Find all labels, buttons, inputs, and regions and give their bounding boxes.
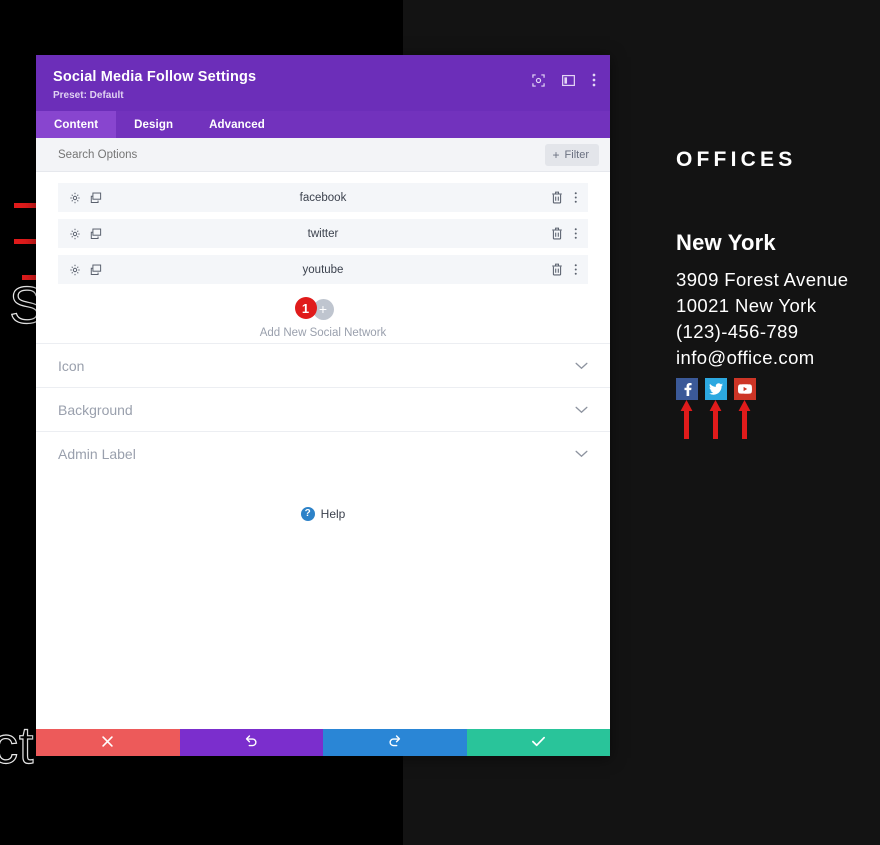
- more-vertical-icon[interactable]: [574, 263, 578, 276]
- offices-column: OFFICES New York 3909 Forest Avenue 1002…: [676, 148, 876, 400]
- social-network-name: youtube: [302, 263, 344, 276]
- modal-body: facebook twitter youtube + 1 Add New Soc…: [36, 172, 610, 729]
- social-network-name: twitter: [307, 227, 339, 240]
- cancel-button[interactable]: [36, 729, 180, 756]
- undo-icon: [245, 734, 258, 752]
- redo-icon: [388, 734, 401, 752]
- address-line: 3909 Forest Avenue: [676, 269, 849, 290]
- annotation-badge-1: 1: [294, 297, 317, 319]
- facebook-follow-button[interactable]: [676, 378, 698, 400]
- filter-button-label: Filter: [564, 148, 589, 161]
- help-label: Help: [320, 507, 346, 521]
- duplicate-icon[interactable]: [90, 192, 102, 204]
- trash-icon[interactable]: [551, 227, 563, 240]
- help-link[interactable]: ? Help: [36, 507, 610, 521]
- more-vertical-icon[interactable]: [592, 73, 596, 87]
- youtube-follow-button[interactable]: [734, 378, 756, 400]
- chevron-down-icon: [575, 406, 588, 414]
- chevron-down-icon: [575, 362, 588, 370]
- row-left-controls: [69, 192, 102, 204]
- section-label: Icon: [58, 357, 85, 374]
- office-city-name: New York: [676, 230, 776, 255]
- twitter-follow-button[interactable]: [705, 378, 727, 400]
- search-options-bar: + Filter: [36, 138, 610, 172]
- save-button[interactable]: [466, 729, 610, 756]
- facebook-icon: [682, 382, 693, 396]
- row-right-controls: [551, 227, 578, 240]
- phone-number: (123)-456-789: [676, 321, 799, 342]
- tab-content[interactable]: Content: [36, 111, 117, 138]
- youtube-icon: [738, 384, 752, 394]
- filter-button[interactable]: + Filter: [544, 143, 599, 166]
- trash-icon[interactable]: [551, 191, 563, 204]
- gear-icon[interactable]: [69, 264, 81, 276]
- more-vertical-icon[interactable]: [574, 227, 578, 240]
- search-input[interactable]: [58, 148, 545, 161]
- row-left-controls: [69, 264, 102, 276]
- social-network-name: facebook: [299, 191, 347, 204]
- section-admin-label[interactable]: Admin Label: [36, 431, 610, 475]
- add-new-social-network-label: Add New Social Network: [259, 327, 387, 339]
- modal-title: Social Media Follow Settings: [53, 69, 257, 85]
- add-new-social-network[interactable]: + 1 Add New Social Network: [58, 297, 588, 343]
- tab-advanced[interactable]: Advanced: [191, 111, 283, 138]
- settings-modal: Social Media Follow Settings Preset: Def…: [36, 55, 610, 756]
- tab-design[interactable]: Design: [116, 111, 191, 138]
- close-icon: [102, 734, 113, 752]
- more-vertical-icon[interactable]: [574, 191, 578, 204]
- checkmark-icon: [531, 734, 545, 752]
- social-follow-row: [676, 378, 876, 400]
- annotation-up-arrows: [676, 398, 766, 440]
- social-network-row-facebook[interactable]: facebook: [58, 183, 588, 212]
- gear-icon[interactable]: [69, 192, 81, 204]
- row-right-controls: [551, 191, 578, 204]
- trash-icon[interactable]: [551, 263, 563, 276]
- chevron-down-icon: [575, 450, 588, 458]
- focus-icon[interactable]: [532, 73, 545, 87]
- social-network-row-twitter[interactable]: twitter: [58, 219, 588, 248]
- add-button-row: + 1: [294, 297, 334, 320]
- modal-header: Social Media Follow Settings Preset: Def…: [36, 55, 610, 111]
- plus-icon: +: [552, 147, 560, 162]
- background-outline-text-2: ct: [0, 716, 35, 775]
- duplicate-icon[interactable]: [90, 228, 102, 240]
- gear-icon[interactable]: [69, 228, 81, 240]
- section-background[interactable]: Background: [36, 387, 610, 431]
- section-icon[interactable]: Icon: [36, 343, 610, 387]
- screenshot-root: e S ct OFFICES New York 3909 Forest Aven…: [0, 0, 880, 845]
- email-address: info@office.com: [676, 347, 815, 368]
- section-label: Background: [58, 401, 133, 418]
- section-label: Admin Label: [58, 445, 136, 462]
- modal-tabbar: Content Design Advanced: [36, 111, 610, 138]
- office-address-block: 3909 Forest Avenue 10021 New York (123)-…: [676, 267, 876, 371]
- help-circle-icon: ?: [300, 507, 315, 521]
- redo-button[interactable]: [323, 729, 467, 756]
- modal-preset-selector[interactable]: Preset: Default: [53, 90, 593, 101]
- social-network-list: facebook twitter youtube + 1 Add New Soc…: [36, 172, 610, 343]
- undo-button[interactable]: [179, 729, 323, 756]
- modal-header-icons: [532, 73, 596, 87]
- row-right-controls: [551, 263, 578, 276]
- layout-panel-icon[interactable]: [562, 74, 575, 87]
- offices-heading: OFFICES: [676, 148, 797, 171]
- address-line: 10021 New York: [676, 295, 817, 316]
- social-network-row-youtube[interactable]: youtube: [58, 255, 588, 284]
- modal-footer: [36, 729, 610, 756]
- duplicate-icon[interactable]: [90, 264, 102, 276]
- twitter-icon: [709, 383, 723, 395]
- row-left-controls: [69, 228, 102, 240]
